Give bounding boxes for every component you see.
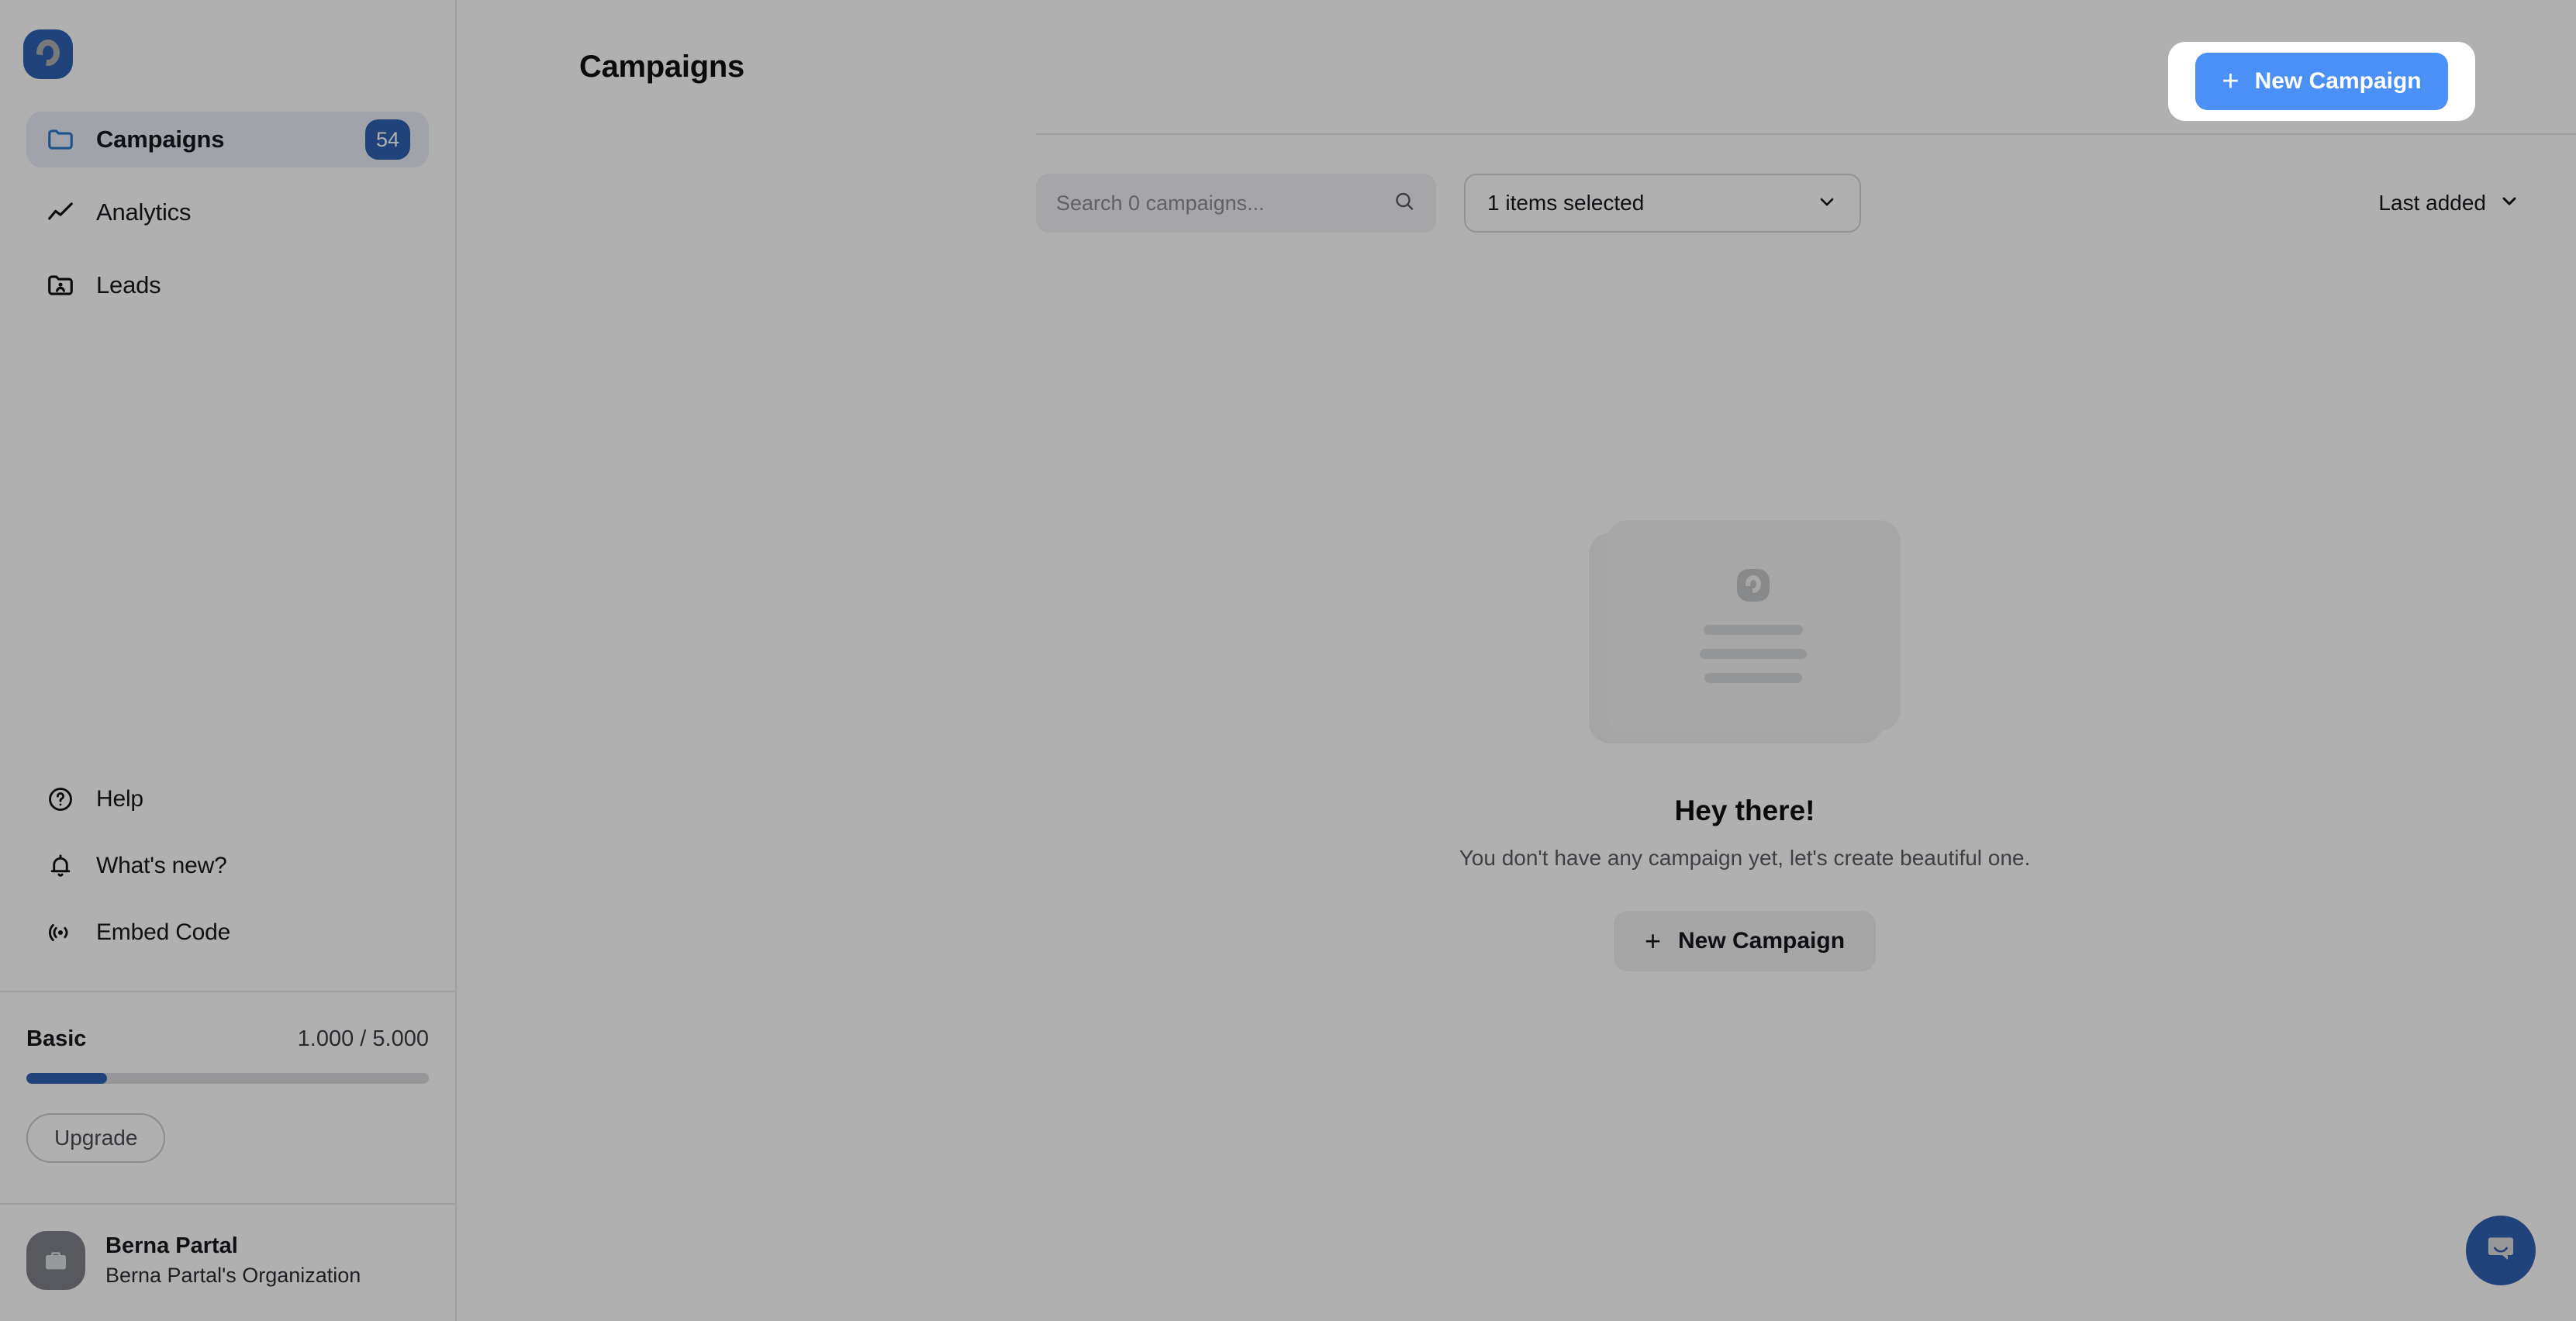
primary-nav: Campaigns 54 Analytics Leads [0,112,455,313]
logo-tail [34,54,47,67]
bell-icon [45,850,76,881]
user-text: Berna Partal Berna Partal's Organization [105,1233,361,1288]
placeholder-bar [1704,624,1803,635]
briefcase-icon [26,1231,85,1290]
broadcast-icon [45,917,76,948]
empty-state-button-label: New Campaign [1677,928,1846,954]
main-content: Campaigns + New Campaign 1 items selecte… [457,0,2576,1321]
plan-usage: 1.000 / 5.000 [297,1026,429,1051]
plan-name: Basic [26,1026,87,1051]
product-logo-icon [1737,568,1770,602]
sidebar-item-help[interactable]: Help [26,774,429,825]
sidebar-item-label: Help [96,786,143,812]
page-title: Campaigns [579,49,744,84]
sidebar-item-label: What's new? [96,853,227,878]
plan-progress-fill [26,1073,107,1084]
sidebar-item-label: Embed Code [96,919,231,945]
sidebar-item-analytics[interactable]: Analytics [26,185,429,240]
empty-state-subtitle: You don't have any campaign yet, let's c… [1459,846,2031,870]
plan-header: Basic 1.000 / 5.000 [26,1026,429,1052]
placeholder-bar [1700,648,1807,659]
user-profile[interactable]: Berna Partal Berna Partal's Organization [0,1205,455,1321]
sidebar-item-label: Analytics [96,198,192,226]
new-campaign-button[interactable]: + New Campaign [2195,53,2448,110]
intercom-launcher[interactable] [2466,1216,2536,1285]
plan-section: Basic 1.000 / 5.000 Upgrade [0,992,455,1163]
illustration-card-front [1606,520,1901,731]
user-name: Berna Partal [105,1233,238,1258]
folder-icon [45,124,76,155]
new-campaign-spotlight-highlight: + New Campaign [2168,42,2475,121]
empty-state: Hey there! You don't have any campaign y… [913,202,2576,1290]
app-root: Campaigns 54 Analytics Leads Help What's… [0,0,2576,1321]
line-chart-icon [45,197,76,228]
new-campaign-label: New Campaign [2254,68,2422,94]
user-organization: Berna Partal's Organization [105,1264,361,1287]
empty-state-new-campaign-button[interactable]: + New Campaign [1613,911,1877,971]
sidebar: Campaigns 54 Analytics Leads Help What's… [0,0,457,1321]
secondary-nav: Help What's new? Embed Code [0,774,455,958]
product-logo-icon[interactable] [23,29,73,79]
sidebar-item-embed-code[interactable]: Embed Code [26,907,429,958]
sidebar-item-leads[interactable]: Leads [26,257,429,313]
campaign-placeholder-illustration [1589,520,1901,745]
sidebar-item-label: Leads [96,271,161,298]
sidebar-item-whats-new[interactable]: What's new? [26,840,429,892]
sidebar-item-campaigns[interactable]: Campaigns 54 [26,112,429,167]
empty-state-title: Hey there! [1674,795,1815,826]
plus-icon: + [2222,65,2239,98]
campaigns-count-badge: 54 [365,119,410,160]
sidebar-item-label: Campaigns [96,126,225,153]
chat-bubble-icon [2483,1231,2519,1271]
upgrade-button[interactable]: Upgrade [26,1113,166,1163]
plus-icon: + [1644,925,1661,957]
folder-user-icon [45,270,76,301]
plan-progress-bar [26,1073,429,1084]
brand [0,0,455,79]
placeholder-bar [1704,672,1802,683]
logo-tail [1745,585,1752,594]
question-circle-icon [45,784,76,815]
